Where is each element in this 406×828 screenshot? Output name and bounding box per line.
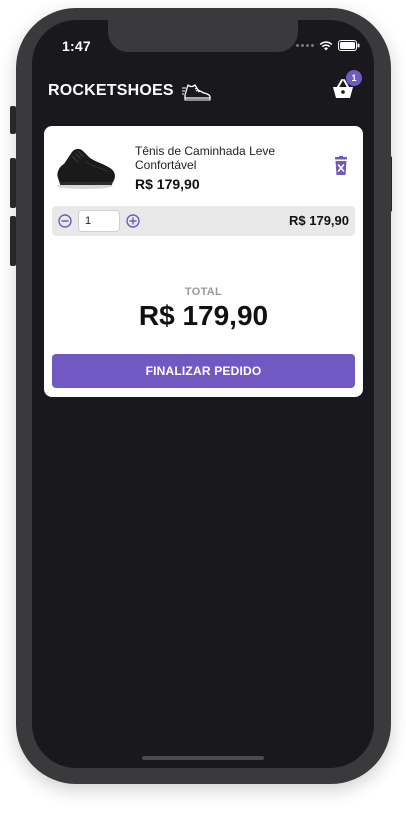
signal-icon — [296, 44, 314, 47]
total-value: R$ 179,90 — [138, 300, 269, 331]
sneaker-icon — [181, 84, 211, 101]
cart-count-badge: 1 — [346, 70, 362, 86]
product-price: R$ 179,90 — [135, 176, 200, 192]
product-title: Tênis de Caminhada Leve Confortável — [135, 144, 276, 172]
logo-text: ROCKETSHOES — [48, 82, 174, 99]
app-logo[interactable]: ROCKETSHOES — [48, 80, 212, 102]
status-time: 1:47 — [62, 38, 91, 54]
app-screen: 1:47 ROCKETSHOES 1 Tênis de Caminhada Le… — [32, 20, 374, 768]
quantity-bar: 1 R$ 179,90 — [52, 206, 355, 236]
trash-icon[interactable] — [333, 156, 349, 176]
wifi-icon — [319, 40, 333, 50]
product-image — [57, 148, 115, 189]
quantity-input[interactable]: 1 — [78, 210, 120, 232]
total-label: TOTAL — [184, 286, 223, 298]
cart-button[interactable]: 1 — [330, 70, 362, 100]
item-subtotal: R$ 179,90 — [289, 213, 349, 228]
home-indicator[interactable] — [142, 756, 264, 760]
checkout-button[interactable]: FINALIZAR PEDIDO — [52, 354, 355, 388]
status-indicators — [296, 40, 360, 51]
device-frame: 1:47 ROCKETSHOES 1 Tênis de Caminhada Le… — [0, 0, 406, 828]
notch — [108, 20, 298, 52]
battery-icon — [338, 40, 360, 51]
plus-circle-icon[interactable] — [126, 214, 140, 228]
cart-item: Tênis de Caminhada Leve Confortável R$ 1… — [44, 126, 363, 202]
cart-card: Tênis de Caminhada Leve Confortável R$ 1… — [44, 126, 363, 397]
minus-circle-icon[interactable] — [58, 214, 72, 228]
